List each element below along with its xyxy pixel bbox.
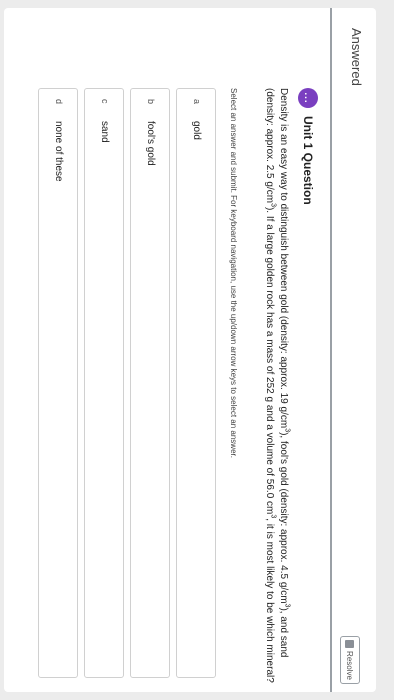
option-letter: a <box>192 99 202 105</box>
option-b[interactable]: b fool's gold <box>130 88 170 678</box>
question-text-part: ). If a large golden rock has a mass of … <box>264 206 275 515</box>
option-c[interactable]: c sand <box>84 88 124 678</box>
instructions-text: Select an answer and submit. For keyboar… <box>229 88 238 458</box>
resolve-label: Resolve <box>345 651 355 680</box>
option-a[interactable]: a gold <box>176 88 216 678</box>
ellipsis-icon: ... <box>298 88 318 108</box>
question-text-part: , it is most likely to be which mineral? <box>264 518 275 683</box>
option-letter: d <box>54 99 64 105</box>
option-d[interactable]: d none of these <box>38 88 78 678</box>
question-text-part: Density is an easy way to distinguish be… <box>278 88 289 429</box>
option-letter: b <box>146 99 156 105</box>
answered-status: Answered <box>349 28 364 86</box>
option-label: none of these <box>53 121 64 182</box>
question-text: Density is an easy way to distinguish be… <box>262 88 290 688</box>
rotated-viewport: Answered Resolve ... Unit 1 Question Den… <box>0 0 394 700</box>
resolve-button[interactable]: Resolve <box>340 636 360 684</box>
option-label: gold <box>191 121 202 140</box>
option-label: sand <box>99 121 110 143</box>
question-text-part: ), fool's gold (density: approx. 4.5 g/c… <box>278 432 289 604</box>
header-divider <box>330 8 332 692</box>
document-icon <box>345 640 355 649</box>
option-letter: c <box>100 99 110 104</box>
option-label: fool's gold <box>145 121 156 166</box>
question-title: Unit 1 Question <box>301 116 315 205</box>
question-card: Answered Resolve ... Unit 1 Question Den… <box>4 8 376 692</box>
